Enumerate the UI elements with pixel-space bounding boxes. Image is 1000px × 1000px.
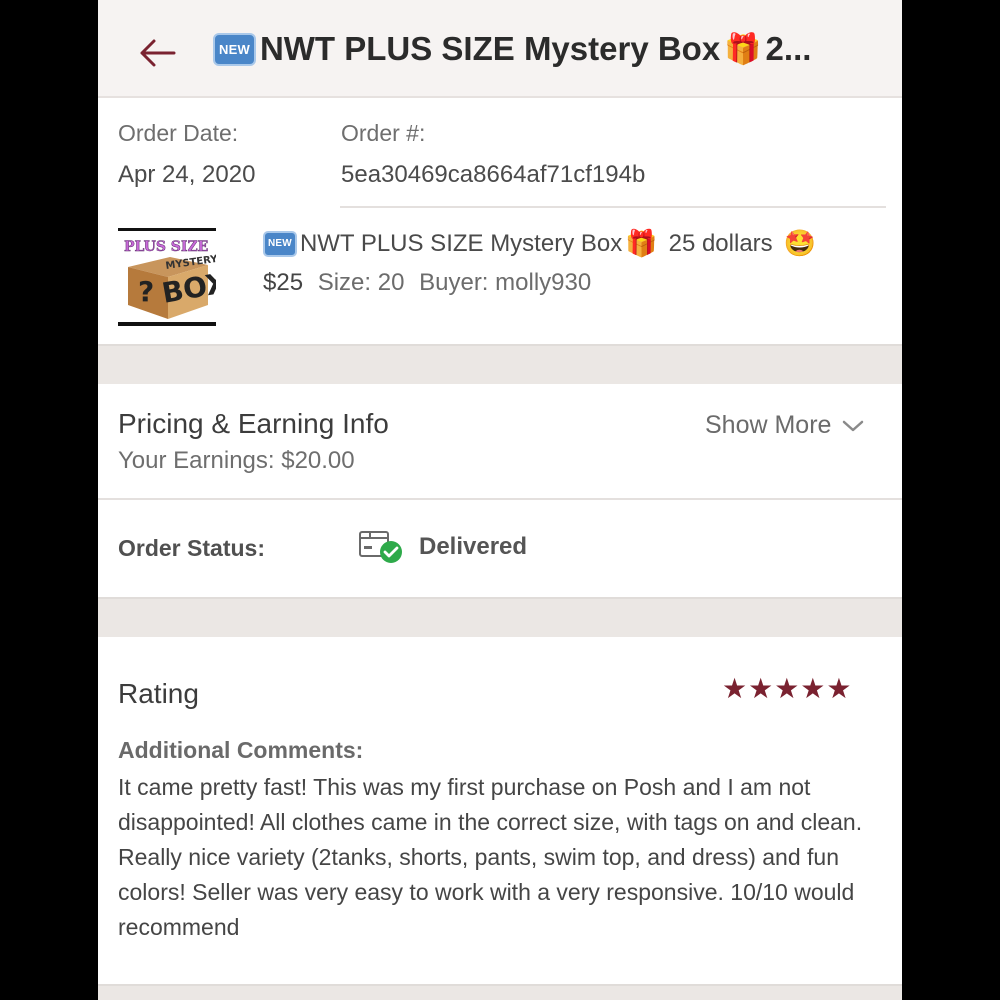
page-title-suffix: 2...	[765, 30, 812, 67]
order-details-screen: NEW NWT PLUS SIZE Mystery Box 🎁 2... Ord…	[98, 0, 902, 1000]
earnings-text: Your Earnings: $20.00	[118, 447, 355, 474]
star-struck-emoji-icon: 🤩	[783, 228, 817, 258]
item-details[interactable]: NEW NWT PLUS SIZE Mystery Box 🎁 25 dolla…	[263, 228, 893, 297]
mystery-box-image: PLUS SIZE MYSTERY BOX ?	[124, 239, 230, 319]
svg-text:?: ?	[138, 275, 154, 308]
svg-text:PLUS SIZE: PLUS SIZE	[124, 239, 208, 255]
gift-icon: 🎁	[724, 32, 762, 66]
order-number-label: Order #:	[341, 120, 426, 146]
order-number-value: 5ea30469ca8664af71cf194b	[341, 161, 646, 188]
order-date-label: Order Date:	[118, 120, 239, 146]
order-date: Order Date: Apr 24, 2020	[118, 120, 255, 189]
pricing-title: Pricing & Earning Info	[118, 408, 389, 439]
rating-stars: ★★★★★	[722, 673, 853, 704]
section-separator	[98, 984, 902, 1000]
rating-title: Rating	[118, 678, 199, 709]
top-bar: NEW NWT PLUS SIZE Mystery Box 🎁 2...	[98, 0, 902, 98]
page-title: NEW NWT PLUS SIZE Mystery Box 🎁 2...	[213, 30, 873, 68]
order-date-value: Apr 24, 2020	[118, 161, 256, 188]
show-more-button[interactable]: Show More	[705, 411, 865, 440]
back-button[interactable]	[134, 30, 180, 76]
section-separator	[98, 344, 902, 384]
item-title-text: NWT PLUS SIZE Mystery Box	[299, 229, 623, 257]
comments-text: It came pretty fast! This was my first p…	[118, 774, 863, 940]
back-arrow-icon	[140, 39, 176, 67]
new-badge: NEW	[263, 230, 297, 257]
show-more-label: Show More	[705, 411, 832, 439]
page-title-text: NWT PLUS SIZE Mystery Box	[259, 30, 721, 67]
divider	[340, 206, 886, 208]
item-title-suffix: 25 dollars	[668, 229, 773, 257]
new-badge: NEW	[213, 32, 256, 66]
gift-icon: 🎁	[625, 228, 658, 258]
item-buyer: Buyer: molly930	[419, 269, 592, 296]
order-status-value: Delivered	[419, 533, 528, 560]
order-status-label: Order Status:	[118, 535, 265, 561]
order-number: Order #: 5ea30469ca8664af71cf194b	[341, 120, 645, 189]
item-title: NEW NWT PLUS SIZE Mystery Box 🎁 25 dolla…	[263, 228, 893, 259]
package-delivered-icon	[358, 524, 404, 566]
item-thumbnail[interactable]: PLUS SIZE MYSTERY BOX ?	[118, 228, 230, 326]
chevron-down-icon	[843, 420, 864, 431]
divider	[98, 498, 902, 500]
item-size: Size: 20	[317, 269, 405, 296]
comments-label: Additional Comments:	[118, 737, 364, 763]
item-meta: $25 Size: 20 Buyer: molly930	[263, 269, 893, 297]
item-price: $25	[263, 269, 304, 296]
section-separator	[98, 597, 902, 637]
